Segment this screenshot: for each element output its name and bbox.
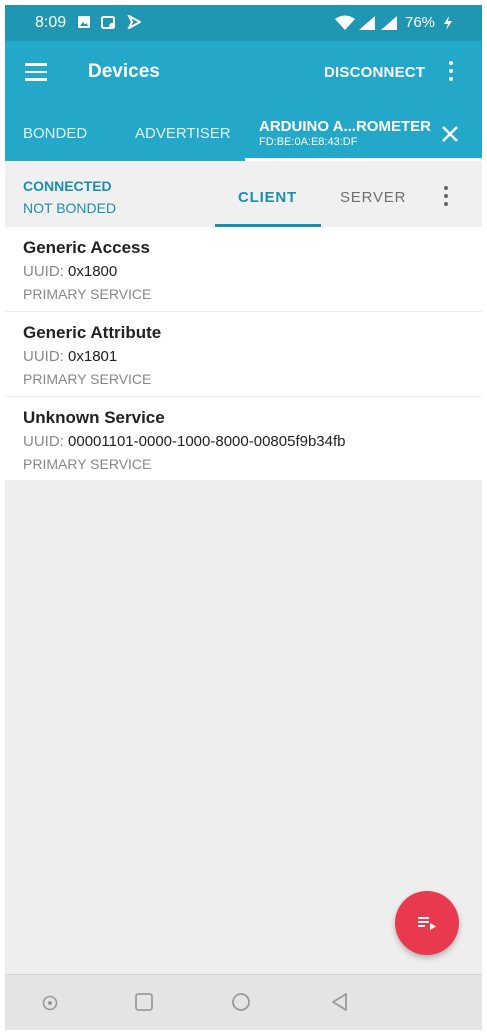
back-icon[interactable] <box>330 992 350 1017</box>
service-name: Unknown Service <box>23 408 165 427</box>
service-type: PRIMARY SERVICE <box>23 286 152 302</box>
overflow-menu-icon[interactable] <box>448 61 454 85</box>
disconnect-button[interactable]: DISCONNECT <box>324 64 425 81</box>
uuid-label: UUID: <box>23 433 64 450</box>
gallery-notification-icon <box>77 15 91 34</box>
app-toolbar: Devices DISCONNECT <box>5 41 482 105</box>
service-name: Generic Attribute <box>23 323 162 342</box>
signal-icon <box>358 15 376 36</box>
tab-device[interactable]: ARDUINO A...ROMETER FD:BE:0A:E8:43:DF <box>259 118 431 148</box>
service-type: PRIMARY SERVICE <box>23 371 152 387</box>
service-type: PRIMARY SERVICE <box>23 456 152 472</box>
service-uuid-row: UUID: 0x1801 <box>23 348 117 365</box>
service-name: Generic Access <box>23 238 150 257</box>
list-item[interactable]: Unknown Service UUID: 00001101-0000-1000… <box>5 397 482 480</box>
battery-level: 76% <box>405 14 436 31</box>
device-mac: FD:BE:0A:E8:43:DF <box>259 136 358 148</box>
uuid-label: UUID: <box>23 348 64 365</box>
log-fab-button[interactable] <box>395 891 459 955</box>
tab-advertiser[interactable]: ADVERTISER <box>135 125 231 142</box>
play-notification-icon <box>126 13 143 34</box>
wifi-icon <box>335 15 355 36</box>
photos-notification-icon <box>101 15 117 36</box>
service-uuid: 0x1800 <box>68 263 118 280</box>
connection-state: CONNECTED <box>23 178 112 194</box>
home-icon[interactable] <box>231 992 251 1017</box>
status-time: 8:09 <box>35 14 67 31</box>
page-title: Devices <box>88 61 160 82</box>
tab-server[interactable]: SERVER <box>340 189 406 206</box>
service-list: Generic Access UUID: 0x1800 PRIMARY SERV… <box>5 227 482 480</box>
close-icon[interactable] <box>440 124 460 144</box>
service-uuid-row: UUID: 00001101-0000-1000-8000-00805f9b34… <box>23 433 346 450</box>
system-nav-bar <box>5 974 482 1030</box>
service-uuid-row: UUID: 0x1800 <box>23 263 117 280</box>
log-icon <box>418 917 436 930</box>
service-uuid: 0x1801 <box>68 348 118 365</box>
list-item[interactable]: Generic Access UUID: 0x1800 PRIMARY SERV… <box>5 227 482 312</box>
overflow-menu-icon[interactable] <box>443 186 449 210</box>
device-tabs: BONDED ADVERTISER ARDUINO A...ROMETER FD… <box>5 105 482 161</box>
tab-client[interactable]: CLIENT <box>238 189 297 206</box>
menu-icon[interactable] <box>25 63 47 81</box>
recents-icon[interactable] <box>134 992 154 1017</box>
app-frame: 8:09 76% Devices DISCONNECT BONDED ADVER… <box>5 5 482 1030</box>
connection-bar: CONNECTED NOT BONDED CLIENT SERVER <box>5 161 482 228</box>
device-name: ARDUINO A...ROMETER <box>259 118 431 135</box>
bond-state: NOT BONDED <box>23 200 117 216</box>
status-bar: 8:09 76% <box>5 5 482 41</box>
uuid-label: UUID: <box>23 263 64 280</box>
list-item[interactable]: Generic Attribute UUID: 0x1801 PRIMARY S… <box>5 312 482 397</box>
charging-icon <box>443 16 453 35</box>
service-uuid: 00001101-0000-1000-8000-00805f9b34fb <box>68 433 346 450</box>
signal-icon-2 <box>380 15 398 36</box>
assistant-icon[interactable] <box>41 994 59 1017</box>
tab-bonded[interactable]: BONDED <box>23 125 87 142</box>
